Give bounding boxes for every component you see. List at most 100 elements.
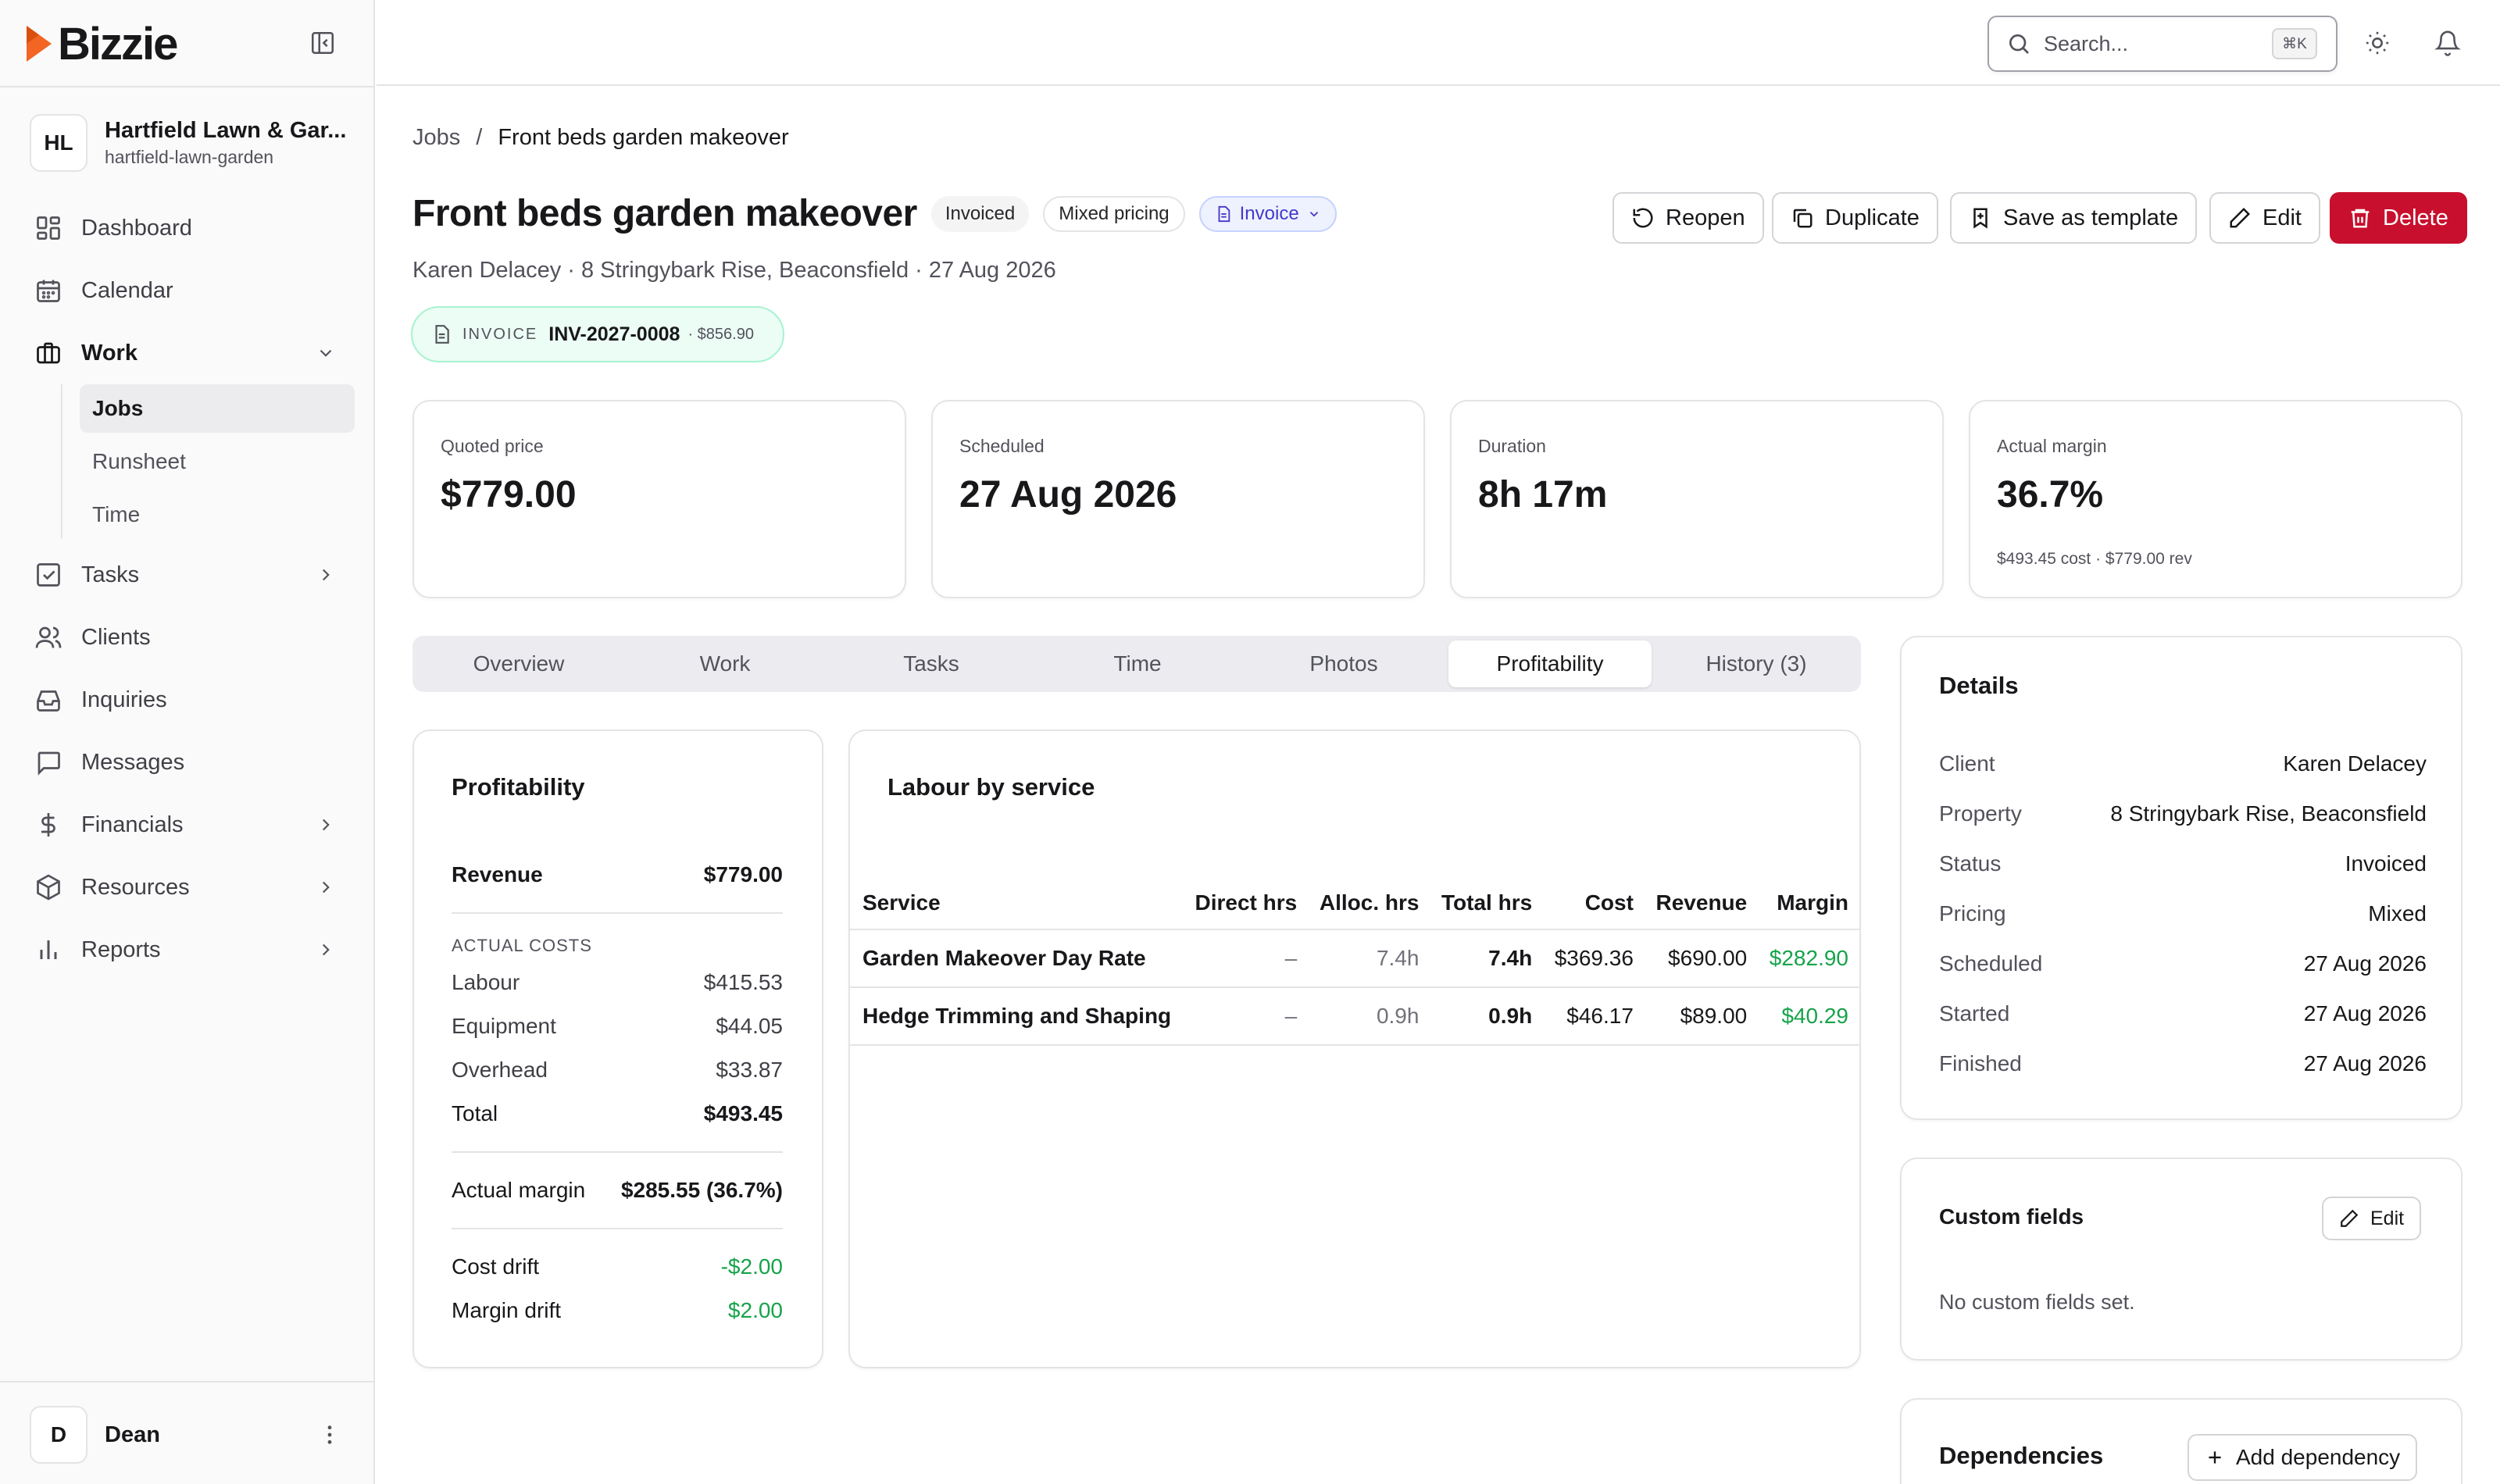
plus-icon [2209,1451,2221,1464]
edit-button[interactable]: Edit [2209,192,2320,244]
nav-work[interactable]: Work [34,330,347,376]
brand-logo[interactable]: Bizzie [23,18,178,70]
nav-tasks[interactable]: Tasks [34,551,347,598]
org-switcher[interactable]: HL Hartfield Lawn & Gar... hartfield-law… [30,114,346,172]
details-title: Details [1939,672,2019,699]
stat-label: Actual margin [1997,436,2107,456]
margin-drift-row: Margin drift $2.00 [452,1298,783,1323]
subnav-guide [61,384,62,539]
detail-scheduled: Scheduled 27 Aug 2026 [1939,951,2427,976]
tab-profitability[interactable]: Profitability [1448,640,1652,687]
reopen-button[interactable]: Reopen [1612,192,1764,244]
bell-icon[interactable] [2434,30,2461,56]
more-vertical-icon[interactable] [317,1422,342,1447]
table-row[interactable]: Hedge Trimming and Shaping – 0.9h 0.9h $… [850,987,1859,1046]
document-icon [435,325,449,344]
cell-total: 7.4h [1430,929,1544,988]
tab-bar: Overview Work Tasks Time Photos Profitab… [412,636,1861,692]
col-margin: Margin [1758,876,1859,930]
save-template-button[interactable]: Save as template [1950,192,2198,244]
equipment-row: Equipment $44.05 [452,1014,783,1039]
breadcrumb-jobs[interactable]: Jobs [412,125,460,151]
invoice-chip-label: INVOICE [462,325,538,343]
invoice-chip[interactable]: INVOICE INV-2027-0008 · $856.90 [411,306,784,362]
detail-value: 27 Aug 2026 [2303,1001,2427,1026]
equipment-value: $44.05 [716,1014,783,1038]
cell-service: Garden Makeover Day Rate [850,929,1184,988]
dependencies-card: Dependencies Add dependency [1900,1398,2462,1484]
table-row[interactable]: Garden Makeover Day Rate – 7.4h 7.4h $36… [850,929,1859,988]
brand-name: Bizzie [58,18,178,70]
divider [452,1228,783,1229]
inbox-icon [37,690,60,712]
cell-direct: – [1183,929,1309,988]
total-row: Total $493.45 [452,1101,783,1126]
search-shortcut: ⌘K [2272,28,2317,59]
invoice-dropdown-label: Invoice [1239,202,1299,224]
nav-time[interactable]: Time [80,491,355,539]
add-dependency-button[interactable]: Add dependency [2188,1434,2418,1481]
breadcrumb-separator: / [476,125,483,150]
tab-overview[interactable]: Overview [417,640,620,687]
cost-drift-row: Cost drift -$2.00 [452,1254,783,1279]
margin-value: $285.55 (36.7%) [620,1178,783,1202]
custom-fields-card: Custom fields Edit No custom fields set. [1900,1158,2462,1361]
stat-sub: $493.45 cost · $779.00 rev [1997,550,2192,568]
detail-property: Property 8 Stringybark Rise, Beaconsfiel… [1939,801,2427,826]
delete-button[interactable]: Delete [2330,192,2467,244]
user-avatar: D [30,1406,88,1464]
cost-drift-value: -$2.00 [720,1254,783,1279]
nav-dashboard[interactable]: Dashboard [34,205,347,251]
nav-runsheet[interactable]: Runsheet [80,437,355,486]
briefcase-icon [37,342,60,364]
detail-finished: Finished 27 Aug 2026 [1939,1051,2427,1076]
brand-mark-icon [27,26,52,62]
user-menu[interactable]: D Dean [30,1406,342,1464]
labour-table: Service Direct hrs Alloc. hrs Total hrs … [850,876,1859,1046]
nav-clients[interactable]: Clients [34,614,347,661]
detail-value[interactable]: 8 Stringybark Rise, Beaconsfield [2110,801,2427,826]
cell-revenue: $690.00 [1644,929,1759,988]
dollar-icon [41,813,55,837]
nav-messages[interactable]: Messages [34,739,347,786]
tab-work[interactable]: Work [623,640,827,687]
nav-calendar[interactable]: Calendar [34,267,347,314]
cell-margin: $282.90 [1758,929,1859,988]
detail-client: Client Karen Delacey [1939,751,2427,776]
nav-financials-label: Financials [81,812,184,837]
chevron-right-icon [322,569,330,581]
nav-work-label: Work [81,340,138,366]
stat-value: $779.00 [441,474,577,515]
tab-photos[interactable]: Photos [1242,640,1445,687]
search-input[interactable]: Search... ⌘K [1988,16,2338,72]
tab-tasks[interactable]: Tasks [830,640,1033,687]
nav-jobs[interactable]: Jobs [80,384,355,433]
duplicate-button[interactable]: Duplicate [1772,192,1938,244]
nav-financials[interactable]: Financials [34,801,347,848]
org-slug: hartfield-lawn-garden [105,147,274,167]
invoice-dropdown[interactable]: Invoice [1198,195,1337,232]
pricing-badge: Mixed pricing [1043,195,1185,232]
total-label: Total [452,1101,498,1125]
labour-row: Labour $415.53 [452,970,783,995]
nav-inquiries[interactable]: Inquiries [34,676,347,723]
detail-label: Started [1939,1001,2010,1026]
margin-label: Actual margin [452,1178,586,1202]
cost-drift-label: Cost drift [452,1254,540,1279]
nav-dashboard-label: Dashboard [81,215,192,241]
cell-cost: $46.17 [1543,987,1645,1046]
stat-label: Duration [1478,436,1546,456]
search-placeholder: Search... [2044,31,2129,55]
nav-resources[interactable]: Resources [34,864,347,911]
tab-time[interactable]: Time [1036,640,1239,687]
sidebar-collapse-icon[interactable] [309,30,336,56]
nav-inquiries-label: Inquiries [81,687,167,712]
overhead-row: Overhead $33.87 [452,1058,783,1083]
nav-reports[interactable]: Reports [34,926,347,973]
col-direct: Direct hrs [1183,876,1309,930]
detail-label: Property [1939,801,2022,826]
custom-fields-edit-button[interactable]: Edit [2322,1197,2422,1240]
tab-history[interactable]: History (3) [1655,640,1858,687]
detail-value[interactable]: Karen Delacey [2283,751,2427,776]
theme-toggle-icon[interactable] [2364,30,2391,56]
